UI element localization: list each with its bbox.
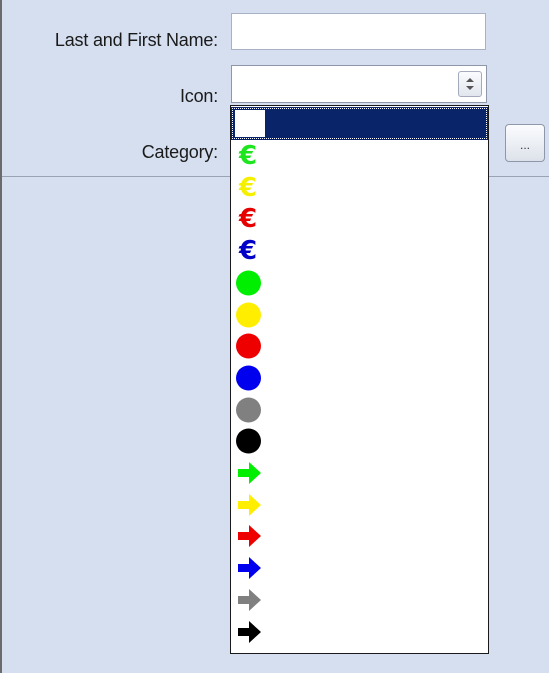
euro-icon: € xyxy=(238,236,258,267)
dropdown-item[interactable] xyxy=(231,394,488,426)
right-arrow-icon xyxy=(235,490,265,520)
dropdown-item[interactable]: € xyxy=(231,140,488,172)
dropdown-item[interactable] xyxy=(231,330,488,362)
dropdown-item[interactable] xyxy=(231,425,488,457)
dropdown-item[interactable] xyxy=(231,299,488,331)
euro-icon: € xyxy=(238,204,258,235)
circle-icon xyxy=(235,363,265,393)
euro-icon: € xyxy=(238,141,258,171)
right-arrow-icon xyxy=(235,617,265,647)
dropdown-item[interactable]: € xyxy=(231,203,488,235)
category-browse-button[interactable]: ... xyxy=(505,124,545,162)
dropdown-item[interactable]: € xyxy=(231,172,488,204)
window-left-border xyxy=(0,0,2,673)
circle-icon xyxy=(235,331,265,361)
circle-icon xyxy=(235,395,265,425)
dropdown-item[interactable] xyxy=(231,520,488,552)
right-arrow-icon xyxy=(235,553,265,583)
dropdown-item[interactable]: € xyxy=(231,235,488,267)
circle-icon xyxy=(235,268,265,298)
blank-icon xyxy=(235,110,265,137)
right-arrow-icon xyxy=(235,521,265,551)
dropdown-item[interactable] xyxy=(231,362,488,394)
up-down-arrows-icon xyxy=(466,78,474,90)
dropdown-item[interactable] xyxy=(231,584,488,616)
right-arrow-icon xyxy=(235,458,265,488)
euro-icon: € xyxy=(238,172,258,203)
icon-label: Icon: xyxy=(179,86,218,106)
circle-icon xyxy=(235,300,265,330)
dropdown-item[interactable] xyxy=(231,616,488,648)
combobox-toggle-button[interactable] xyxy=(458,71,482,97)
circle-icon xyxy=(235,426,265,456)
category-label: Category: xyxy=(141,142,218,162)
right-arrow-icon xyxy=(235,585,265,615)
dropdown-item-selected[interactable] xyxy=(231,107,488,140)
name-input[interactable] xyxy=(231,13,486,50)
dropdown-item[interactable] xyxy=(231,457,488,489)
dropdown-item[interactable] xyxy=(231,267,488,299)
icon-dropdown-list[interactable]: € € € € xyxy=(230,105,489,654)
dropdown-item[interactable] xyxy=(231,552,488,584)
name-label: Last and First Name: xyxy=(54,30,218,50)
dropdown-item[interactable] xyxy=(231,489,488,521)
icon-combobox[interactable] xyxy=(231,65,487,103)
